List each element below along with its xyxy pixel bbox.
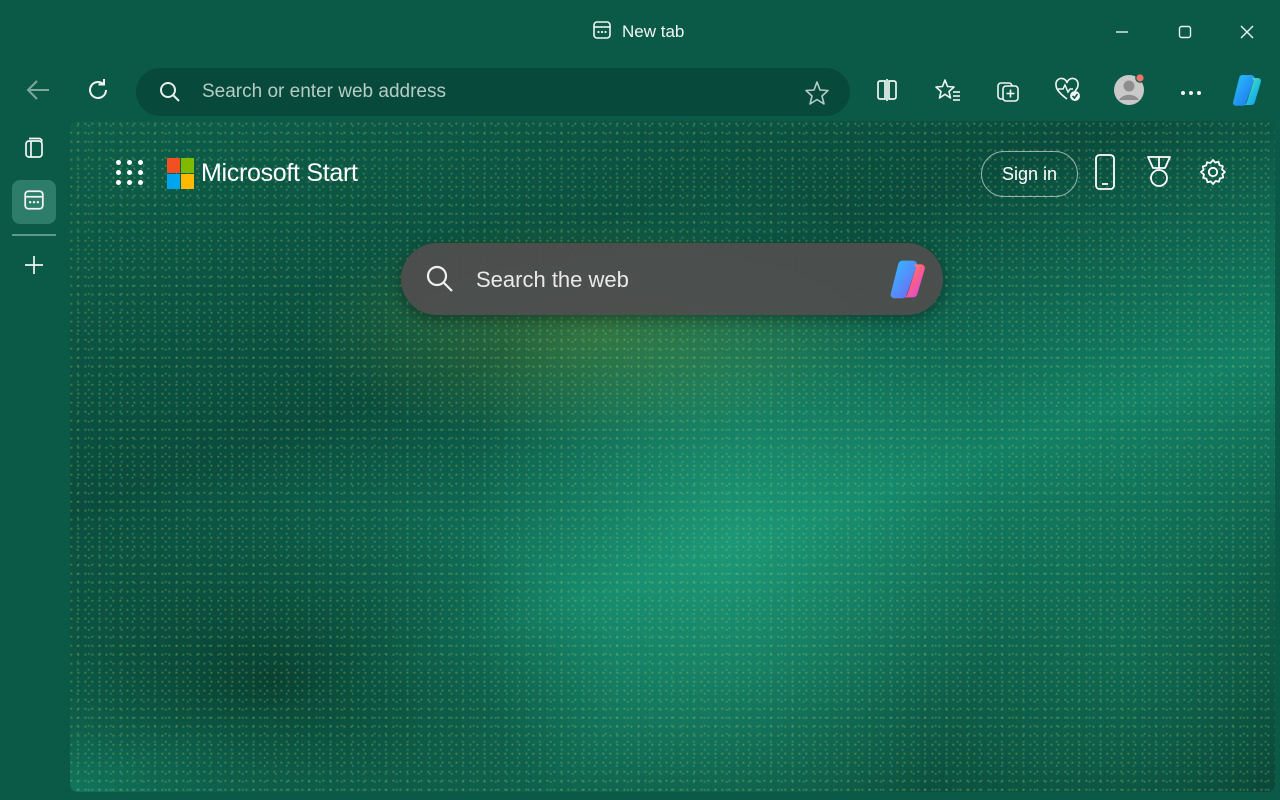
favorites-button[interactable] <box>928 72 968 112</box>
sidebar-divider <box>12 234 56 236</box>
favorites-icon <box>934 77 962 108</box>
more-button[interactable] <box>1171 72 1211 112</box>
search-icon <box>158 80 182 109</box>
minimize-button[interactable] <box>1102 14 1142 50</box>
browser-essentials-icon <box>1054 77 1082 108</box>
copilot-icon <box>1230 72 1266 113</box>
tab-page-icon <box>592 20 612 45</box>
profile-button[interactable] <box>1109 72 1149 112</box>
background-image <box>70 121 1275 792</box>
favorite-star-icon[interactable] <box>804 80 830 111</box>
split-screen-icon <box>874 77 900 108</box>
refresh-icon <box>85 77 111 108</box>
new-tab-page: Microsoft Start Sign in Search the web <box>70 121 1275 792</box>
tab-actions-icon <box>22 136 46 165</box>
web-search-placeholder: Search the web <box>476 267 629 292</box>
search-icon <box>425 264 455 299</box>
back-icon <box>25 79 51 106</box>
web-search-box[interactable]: Search the web <box>401 243 943 315</box>
sidebar-tab-new-tab[interactable] <box>12 180 56 224</box>
settings-button[interactable] <box>1193 154 1233 194</box>
more-icon <box>1180 83 1202 101</box>
refresh-button[interactable] <box>78 72 118 112</box>
address-placeholder: Search or enter web address <box>202 81 446 102</box>
rewards-button[interactable] <box>1139 154 1179 194</box>
address-bar[interactable]: Search or enter web address <box>136 68 850 116</box>
settings-icon <box>1198 157 1228 192</box>
brand-name[interactable]: Microsoft Start <box>201 159 358 188</box>
rewards-icon <box>1144 155 1174 194</box>
tab-actions-button[interactable] <box>12 128 56 172</box>
browser-essentials-button[interactable] <box>1048 72 1088 112</box>
sign-in-button[interactable]: Sign in <box>981 151 1078 197</box>
profile-avatar <box>1112 72 1146 112</box>
copilot-icon[interactable] <box>887 257 931 306</box>
collections-icon <box>995 77 1021 108</box>
copilot-button[interactable] <box>1228 72 1268 112</box>
phone-icon <box>1094 153 1116 196</box>
new-tab-button[interactable] <box>12 245 56 289</box>
title-bar: New tab <box>0 0 1280 64</box>
back-button[interactable] <box>18 72 58 112</box>
phone-button[interactable] <box>1085 153 1125 196</box>
maximize-button[interactable] <box>1165 14 1205 50</box>
split-screen-button[interactable] <box>867 72 907 112</box>
close-button[interactable] <box>1227 14 1267 50</box>
collections-button[interactable] <box>988 72 1028 112</box>
apps-icon[interactable] <box>116 158 144 186</box>
plus-icon <box>23 254 45 281</box>
active-tab[interactable]: New tab <box>592 18 684 46</box>
tab-title: New tab <box>622 22 685 41</box>
tab-page-icon <box>23 189 45 216</box>
microsoft-logo <box>167 158 194 189</box>
browser-toolbar: Search or enter web address <box>0 64 1280 120</box>
